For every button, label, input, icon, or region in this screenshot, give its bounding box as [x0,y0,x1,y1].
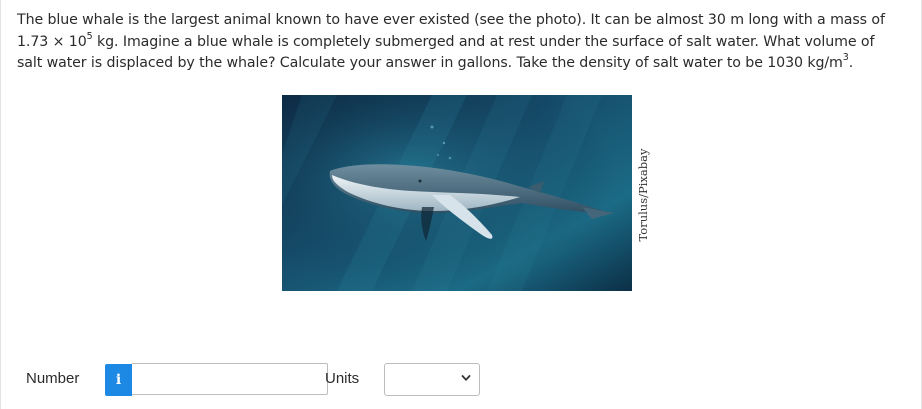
question-text: The blue whale is the largest animal kno… [17,10,901,75]
units-label: Units [325,370,360,387]
blue-whale-photo [282,95,632,291]
units-select[interactable] [384,363,480,396]
photo-credit: Torulus/Pixabay [636,148,650,242]
answer-row: Number i Units [26,363,906,396]
question-page: The blue whale is the largest animal kno… [0,0,922,409]
chevron-down-icon [461,375,471,381]
exponent-mass: 5 [86,30,93,42]
exponent-volume: 3 [842,52,849,64]
question-text-part-3: . [848,55,854,71]
number-label: Number [26,370,80,387]
number-input[interactable] [132,363,328,395]
info-icon[interactable]: i [105,364,132,396]
question-text-part-2: kg. Imagine a blue whale is completely s… [17,33,875,72]
